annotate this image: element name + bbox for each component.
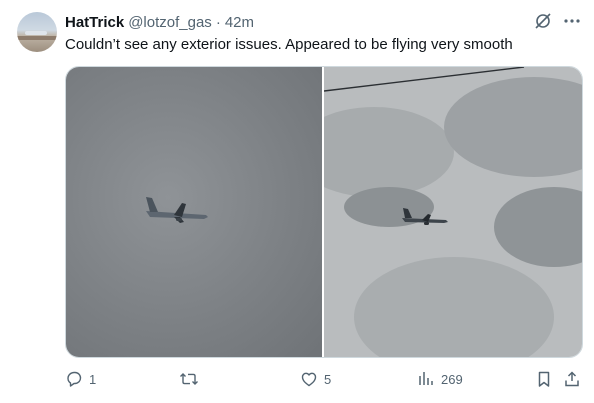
bookmark-button[interactable] <box>535 370 553 388</box>
repost-icon <box>180 373 198 385</box>
heart-icon <box>301 372 317 387</box>
timestamp[interactable]: 42m <box>225 14 254 31</box>
reply-count: 1 <box>89 371 97 387</box>
views-button[interactable]: 269 <box>417 370 463 388</box>
author-name[interactable]: HatTrick <box>65 14 124 31</box>
bookmark-icon <box>538 371 550 387</box>
avatar[interactable] <box>17 12 57 52</box>
grok-slash-icon[interactable] <box>534 12 552 30</box>
author-handle[interactable]: @lotzof_gas <box>128 14 212 31</box>
separator-dot: · <box>215 13 221 31</box>
tweet-header: HatTrick @lotzof_gas · 42m <box>65 12 254 32</box>
views-count: 269 <box>441 371 463 387</box>
like-button[interactable]: 5 <box>300 370 331 388</box>
like-count: 5 <box>324 371 332 387</box>
photo-airplane-cloudy[interactable] <box>324 67 582 357</box>
airplane-right <box>324 67 525 225</box>
photo-airplane-overcast[interactable] <box>66 67 322 357</box>
tweet-top-actions <box>534 12 580 30</box>
tweet-actions: 1 5 269 <box>65 370 585 390</box>
repost-button[interactable] <box>179 370 205 388</box>
share-icon <box>565 371 579 387</box>
tweet-text: Couldn’t see any exterior issues. Appear… <box>65 36 513 53</box>
airplane-left <box>146 197 208 223</box>
share-button[interactable] <box>563 370 581 388</box>
reply-icon <box>67 371 82 387</box>
media-grid <box>65 66 583 358</box>
reply-button[interactable]: 1 <box>65 370 96 388</box>
tweet[interactable]: HatTrick @lotzof_gas · 42m Couldn’t see … <box>0 0 594 403</box>
views-chart-icon <box>419 372 433 385</box>
more-dots-icon[interactable] <box>564 18 580 24</box>
